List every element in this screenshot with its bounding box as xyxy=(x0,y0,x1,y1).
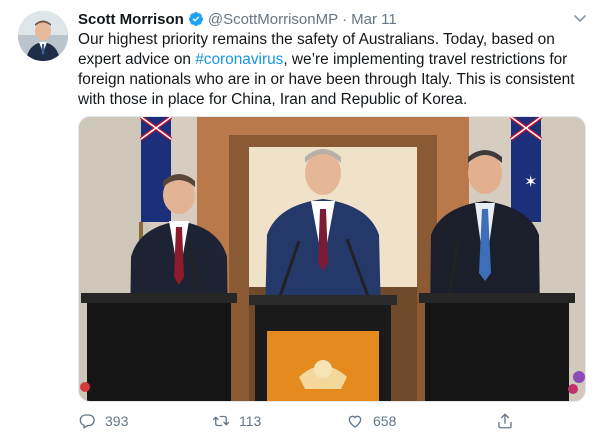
separator-dot: · xyxy=(342,10,348,28)
chevron-down-icon[interactable] xyxy=(572,10,588,26)
verified-badge-icon xyxy=(188,11,204,27)
tweet-text: Our highest priority remains the safety … xyxy=(78,30,588,110)
tweet-media-photo[interactable]: ✶ xyxy=(78,116,586,402)
tweet-date[interactable]: Mar 11 xyxy=(351,11,397,28)
share-icon xyxy=(498,413,512,429)
press-conference-photo: ✶ xyxy=(79,117,585,401)
share-button[interactable] xyxy=(496,412,523,430)
avatar-photo xyxy=(18,11,68,61)
like-button[interactable]: 658 xyxy=(346,412,496,430)
tweet-actions: 393 113 658 xyxy=(78,410,558,432)
tweet-card[interactable]: Scott Morrison @ScottMorrisonMP · Mar 11… xyxy=(0,0,600,434)
svg-text:✶: ✶ xyxy=(524,172,537,191)
avatar[interactable] xyxy=(18,11,68,61)
reply-count: 393 xyxy=(105,413,129,429)
tweet-header: Scott Morrison @ScottMorrisonMP · Mar 11 xyxy=(78,9,397,29)
hashtag-link[interactable]: #coronavirus xyxy=(195,51,283,68)
like-count: 658 xyxy=(373,413,397,429)
author-handle[interactable]: @ScottMorrisonMP xyxy=(208,11,338,28)
author-name[interactable]: Scott Morrison xyxy=(78,11,184,28)
reply-button[interactable]: 393 xyxy=(78,412,212,430)
heart-icon xyxy=(348,415,362,428)
retweet-button[interactable]: 113 xyxy=(212,412,346,430)
retweet-count: 113 xyxy=(239,413,262,429)
retweet-icon xyxy=(212,415,230,427)
reply-bubble-icon xyxy=(79,414,95,429)
